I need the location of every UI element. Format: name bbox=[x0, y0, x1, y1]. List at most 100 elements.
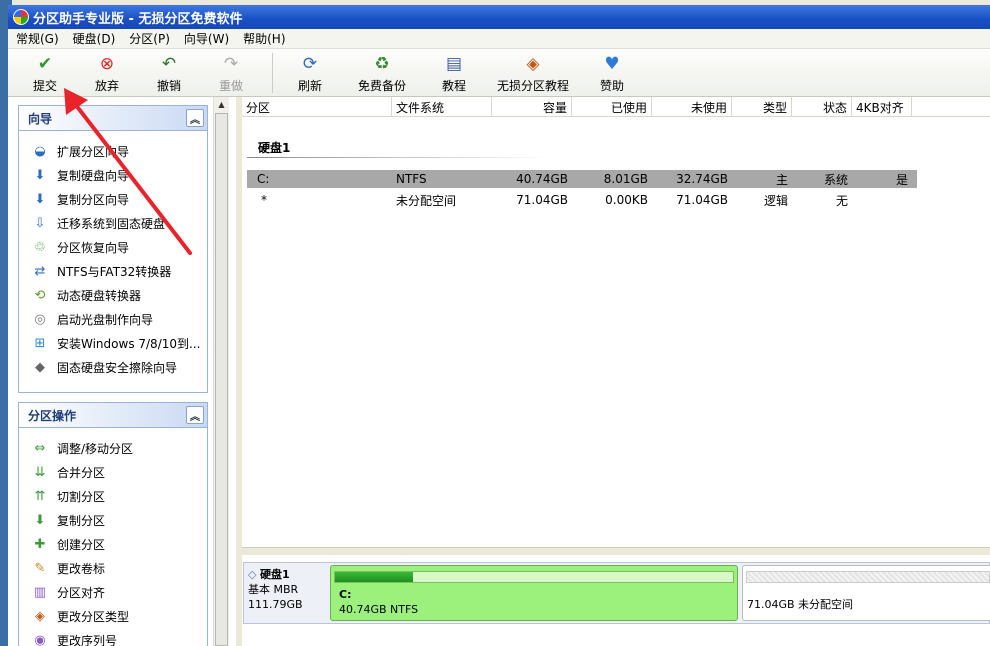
unallocated-block[interactable]: 71.04GB 未分配空间 bbox=[742, 565, 990, 621]
title-bar: 分区助手专业版 - 无损分区免费软件 bbox=[8, 5, 990, 29]
dynamic-disk-icon: ⟲ bbox=[34, 287, 46, 303]
partition-ops-panel: 分区操作 ︽ ⇔ 调整/移动分区 ⇊ 合并分区 ⇈ 切割分区 ⬇ 复制分区 ✚ 创建分区 … bbox=[18, 402, 208, 646]
table-row[interactable]: * 未分配空间 71.04GB 0.00KB 71.04GB 逻辑 无 bbox=[247, 191, 917, 209]
split-icon: ⇈ bbox=[34, 488, 46, 504]
menu-disk[interactable]: 硬盘(D) bbox=[65, 30, 122, 47]
disk-size: 111.79GB bbox=[248, 598, 303, 611]
erase-icon: ◆ bbox=[35, 359, 45, 375]
wizard-item-copy-partition[interactable]: ⬇ 复制分区向导 bbox=[19, 187, 207, 211]
col-used[interactable]: 已使用 bbox=[572, 97, 652, 117]
discard-button[interactable]: ⊗ 放弃 bbox=[76, 49, 138, 97]
toolbar-separator bbox=[272, 53, 273, 93]
lossless-tutorial-button[interactable]: ◈ 无损分区教程 bbox=[481, 49, 585, 97]
redo-icon: ↷ bbox=[223, 53, 239, 74]
undo-button[interactable]: ↶ 撤销 bbox=[138, 49, 200, 97]
label-icon: ✎ bbox=[34, 560, 46, 576]
wizard-item-copy-disk[interactable]: ⬇ 复制硬盘向导 bbox=[19, 163, 207, 187]
table-header: 分区 文件系统 容量 已使用 未使用 类型 状态 4KB对齐 bbox=[242, 97, 990, 117]
partition-block-c[interactable]: C: 40.74GB NTFS bbox=[330, 565, 738, 621]
wizard-panel: 向导 ︽ ◒ 扩展分区向导 ⬇ 复制硬盘向导 ⬇ 复制分区向导 ⇩ 迁移系统到固态硬盘 … bbox=[18, 105, 208, 393]
disk-map: ◇ 硬盘1 基本 MBR 111.79GB C: 40.74GB NTFS 71… bbox=[243, 562, 990, 624]
partition-ops-title: 分区操作 bbox=[28, 408, 77, 423]
col-free[interactable]: 未使用 bbox=[652, 97, 732, 117]
sponsor-button[interactable]: ♥ 赞助 bbox=[585, 49, 639, 97]
commit-button[interactable]: ✔ 提交 bbox=[14, 49, 76, 97]
partition-c-desc: 40.74GB NTFS bbox=[339, 603, 419, 616]
checkmark-icon: ✔ bbox=[37, 53, 53, 74]
wizard-item-extend[interactable]: ◒ 扩展分区向导 bbox=[19, 139, 207, 163]
col-partition[interactable]: 分区 bbox=[242, 97, 392, 117]
horizontal-splitter[interactable] bbox=[242, 547, 990, 555]
op-item-label[interactable]: ✎ 更改卷标 bbox=[19, 556, 207, 580]
copy-icon: ⬇ bbox=[34, 512, 46, 528]
convert-icon: ⇄ bbox=[34, 263, 46, 279]
window-title: 分区助手专业版 - 无损分区免费软件 bbox=[33, 11, 243, 27]
book-icon: ▤ bbox=[445, 53, 463, 74]
wizard-item-boot-cd[interactable]: ◎ 启动光盘制作向导 bbox=[19, 307, 207, 331]
menu-partition[interactable]: 分区(P) bbox=[121, 30, 176, 47]
menu-general[interactable]: 常规(G) bbox=[8, 30, 65, 47]
col-4k-align[interactable]: 4KB对齐 bbox=[852, 97, 912, 117]
redo-button[interactable]: ↷ 重做 bbox=[200, 49, 262, 97]
sidebar: 向导 ︽ ◒ 扩展分区向导 ⬇ 复制硬盘向导 ⬇ 复制分区向导 ⇩ 迁移系统到固态硬盘 … bbox=[8, 97, 236, 646]
wizard-panel-title: 向导 bbox=[28, 111, 53, 126]
align-icon: ▥ bbox=[33, 584, 47, 600]
wizard-item-dynamic-disk[interactable]: ⟲ 动态硬盘转换器 bbox=[19, 283, 207, 307]
op-item-serial[interactable]: ◉ 更改序列号 bbox=[19, 628, 207, 646]
partition-c-label: C: bbox=[339, 588, 352, 601]
table-row[interactable]: C: NTFS 40.74GB 8.01GB 32.74GB 主 系统 是 bbox=[247, 170, 917, 188]
collapse-icon[interactable]: ︽ bbox=[186, 406, 204, 424]
scroll-thumb[interactable] bbox=[215, 113, 228, 646]
wizard-panel-header: 向导 ︽ bbox=[19, 106, 207, 131]
wizard-list: ◒ 扩展分区向导 ⬇ 复制硬盘向导 ⬇ 复制分区向导 ⇩ 迁移系统到固态硬盘 ♲ 分区恢复… bbox=[19, 131, 207, 379]
discard-icon: ⊗ bbox=[99, 53, 115, 74]
serial-icon: ◉ bbox=[34, 632, 46, 646]
sidebar-scrollbar[interactable]: ▲ bbox=[213, 97, 229, 646]
op-item-copy[interactable]: ⬇ 复制分区 bbox=[19, 508, 207, 532]
refresh-button[interactable]: ⟳ 刷新 bbox=[283, 49, 337, 97]
undo-icon: ↶ bbox=[161, 53, 177, 74]
toolbar: ✔ 提交 ⊗ 放弃 ↶ 撤销 ↷ 重做 ⟳ 刷新 ♻ 免费备份 ▤ 教程 ◈ 无… bbox=[8, 49, 990, 97]
wizard-item-install-windows[interactable]: ⊞ 安装Windows 7/8/10到... bbox=[19, 331, 207, 355]
partition-ops-list: ⇔ 调整/移动分区 ⇊ 合并分区 ⇈ 切割分区 ⬇ 复制分区 ✚ 创建分区 ✎ 更改卷标 ▥… bbox=[19, 428, 207, 646]
disk-map-info[interactable]: ◇ 硬盘1 基本 MBR 111.79GB bbox=[248, 567, 326, 621]
op-item-resize[interactable]: ⇔ 调整/移动分区 bbox=[19, 436, 207, 460]
collapse-icon[interactable]: ︽ bbox=[186, 109, 204, 127]
wizard-item-recovery[interactable]: ♲ 分区恢复向导 bbox=[19, 235, 207, 259]
backup-icon: ♻ bbox=[374, 53, 390, 74]
menu-help[interactable]: 帮助(H) bbox=[235, 30, 291, 47]
col-status[interactable]: 状态 bbox=[792, 97, 852, 117]
merge-icon: ⇊ bbox=[34, 464, 46, 480]
op-item-align[interactable]: ▥ 分区对齐 bbox=[19, 580, 207, 604]
partition-type-icon: ◈ bbox=[35, 608, 45, 624]
unallocated-bar bbox=[746, 571, 990, 583]
tutorial-button[interactable]: ▤ 教程 bbox=[427, 49, 481, 97]
op-item-merge[interactable]: ⇊ 合并分区 bbox=[19, 460, 207, 484]
unallocated-desc: 71.04GB 未分配空间 bbox=[747, 598, 854, 611]
col-filesystem[interactable]: 文件系统 bbox=[392, 97, 492, 117]
cd-icon: ◎ bbox=[34, 311, 46, 327]
usage-fill bbox=[335, 572, 414, 582]
migrate-os-icon: ⇩ bbox=[34, 215, 46, 231]
menu-wizard[interactable]: 向导(W) bbox=[176, 30, 235, 47]
heart-icon: ♥ bbox=[604, 53, 620, 74]
disk-group-underline bbox=[247, 157, 547, 158]
disk-icon: ◇ bbox=[248, 568, 257, 581]
resize-icon: ⇔ bbox=[34, 440, 46, 456]
copy-partition-icon: ⬇ bbox=[34, 191, 46, 207]
op-item-type[interactable]: ◈ 更改分区类型 bbox=[19, 604, 207, 628]
partition-tutorial-icon: ◈ bbox=[526, 53, 540, 74]
free-backup-button[interactable]: ♻ 免费备份 bbox=[337, 49, 427, 97]
wizard-item-ntfs-fat32[interactable]: ⇄ NTFS与FAT32转换器 bbox=[19, 259, 207, 283]
scroll-up-icon[interactable]: ▲ bbox=[214, 97, 229, 112]
col-type[interactable]: 类型 bbox=[732, 97, 792, 117]
app-logo-icon bbox=[13, 9, 29, 25]
wizard-item-migrate-ssd[interactable]: ⇩ 迁移系统到固态硬盘 bbox=[19, 211, 207, 235]
wizard-item-ssd-erase[interactable]: ◆ 固态硬盘安全擦除向导 bbox=[19, 355, 207, 379]
recovery-icon: ♲ bbox=[34, 239, 46, 255]
create-icon: ✚ bbox=[34, 536, 46, 552]
copy-disk-icon: ⬇ bbox=[34, 167, 46, 183]
col-capacity[interactable]: 容量 bbox=[492, 97, 572, 117]
op-item-create[interactable]: ✚ 创建分区 bbox=[19, 532, 207, 556]
op-item-split[interactable]: ⇈ 切割分区 bbox=[19, 484, 207, 508]
